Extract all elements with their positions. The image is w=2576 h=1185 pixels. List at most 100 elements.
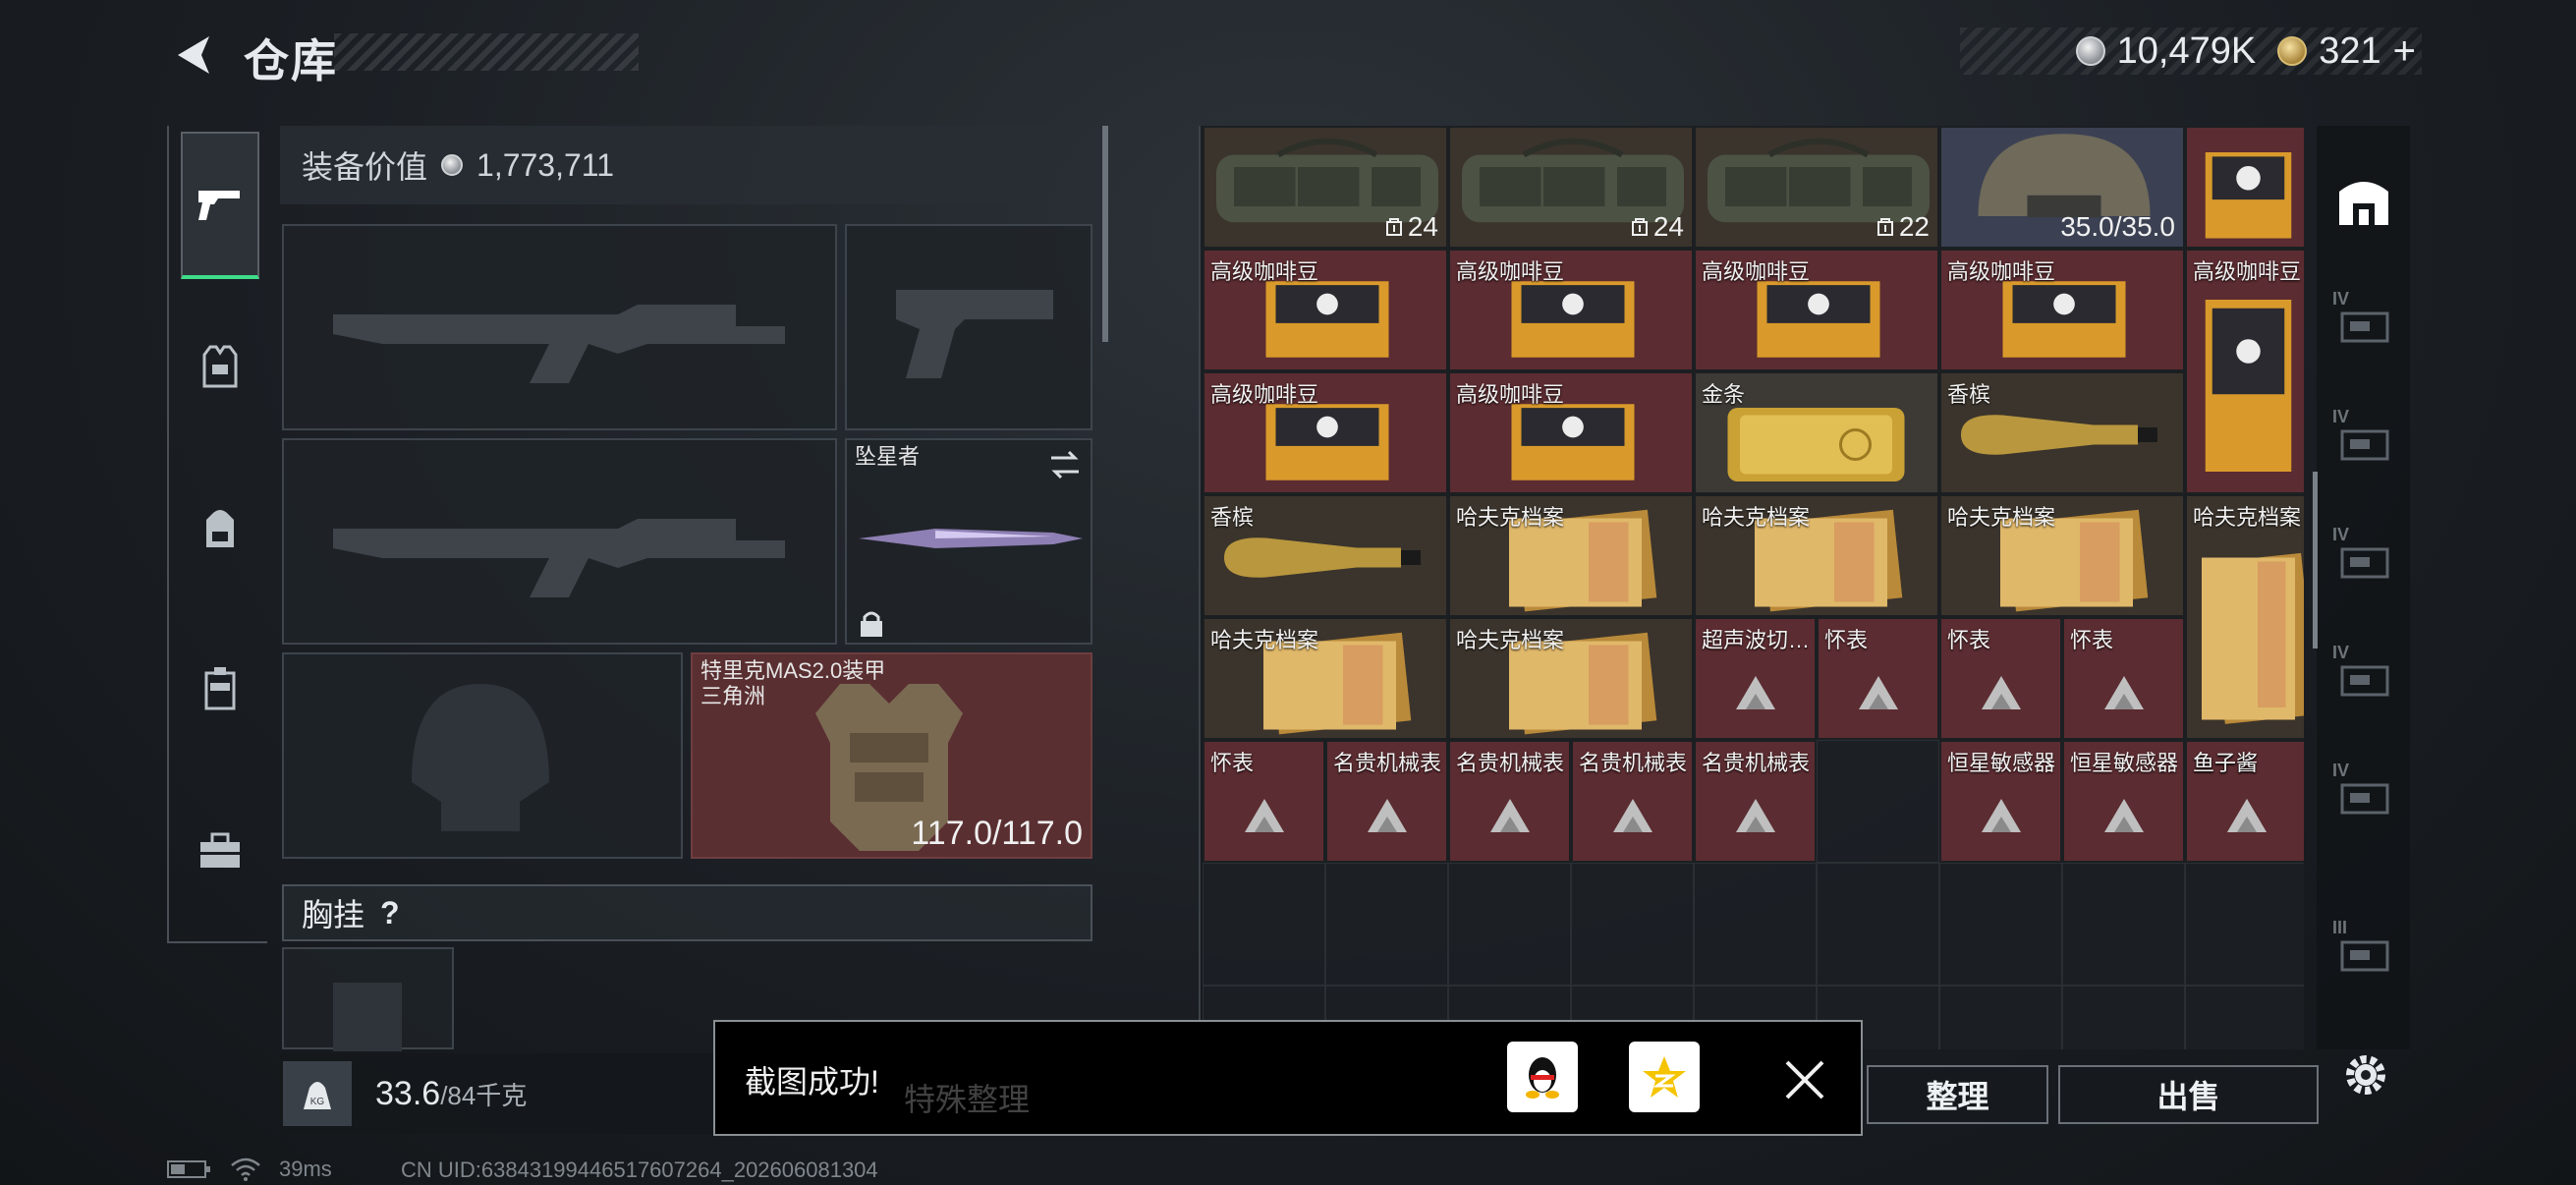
empty-grid-cell[interactable] (1939, 986, 2062, 1049)
armor-slot[interactable]: 特里克MAS2.0装甲 三角洲 117.0/117.0 (691, 652, 1092, 859)
inventory-item[interactable]: 哈夫克档案 (2185, 494, 2304, 740)
inventory-item[interactable]: 名贵机械表 (1325, 740, 1448, 863)
inventory-item[interactable]: 哈夫克档案 (1939, 494, 2185, 617)
empty-grid-cell[interactable] (1939, 863, 2062, 986)
swap-icon[interactable] (1047, 450, 1083, 480)
sell-button[interactable]: 出售 (2058, 1065, 2319, 1124)
close-icon (1785, 1060, 1824, 1100)
inventory-item[interactable] (2185, 126, 2304, 249)
item-quantity: 22 (1876, 211, 1930, 243)
inventory-item[interactable]: 24 (1203, 126, 1448, 249)
chest-rig-help[interactable]: ? (380, 895, 400, 931)
empty-grid-cell[interactable] (1817, 740, 1939, 863)
toast-background-text: 特殊整理 (904, 1082, 1031, 1117)
nav-toolbox[interactable] (181, 776, 259, 924)
inventory-item[interactable]: 高级咖啡豆 (1203, 249, 1448, 371)
primary-weapon-slot-2[interactable] (282, 438, 837, 645)
storage-tab-tab-iv-5[interactable]: IV (2326, 755, 2400, 833)
inventory-item[interactable]: 超声波切… (1694, 617, 1817, 740)
inventory-item[interactable]: 哈夫克档案 (1448, 617, 1694, 740)
inventory-item[interactable]: 恒星敏感器 (1939, 740, 2062, 863)
inventory-item[interactable]: 高级咖啡豆 (1448, 371, 1694, 494)
empty-grid-cell[interactable] (2185, 863, 2304, 986)
inventory-item[interactable]: 金条 (1694, 371, 1939, 494)
empty-grid-cell[interactable] (2185, 986, 2304, 1049)
inventory-item[interactable]: 哈夫克档案 (1203, 617, 1448, 740)
inventory-item[interactable]: 高级咖啡豆 (1939, 249, 2185, 371)
back-button[interactable] (165, 26, 224, 85)
storage-tab-tab-iv-3[interactable]: IV (2326, 519, 2400, 597)
helmet-slot[interactable] (282, 652, 683, 859)
rifle-silhouette-icon (333, 305, 785, 383)
nav-weapons[interactable] (181, 132, 259, 279)
silver-coin-icon (441, 154, 464, 176)
equipment-value-amount: 1,773,711 (476, 146, 614, 183)
inventory-item[interactable]: 哈夫克档案 (1448, 494, 1694, 617)
empty-grid-cell[interactable] (1448, 863, 1571, 986)
inventory-item[interactable]: 恒星敏感器 (2062, 740, 2185, 863)
primary-weapon-slot[interactable] (282, 224, 837, 430)
silver-amount: 10,479K (2116, 29, 2257, 72)
capacity-icon (1876, 218, 1893, 236)
inventory-item[interactable]: 35.0/35.0 (1939, 126, 2185, 249)
share-qzone-button[interactable] (1629, 1042, 1700, 1112)
chest-rig-slot[interactable] (282, 947, 454, 1051)
secondary-weapon-slot[interactable] (845, 224, 1092, 430)
inventory-item[interactable]: 怀表 (1817, 617, 1939, 740)
storage-tab-tab-iv-2[interactable]: IV (2326, 401, 2400, 480)
item-name: 名贵机械表 (1702, 751, 1811, 775)
storage-tab-home[interactable] (2326, 161, 2400, 240)
inventory-item[interactable]: 高级咖啡豆 (1203, 371, 1448, 494)
empty-grid-cell[interactable] (1694, 863, 1817, 986)
storage-tab-tab-iv-1[interactable]: IV (2326, 283, 2400, 362)
melee-slot[interactable]: 坠星者 (845, 438, 1092, 645)
equipment-scrollbar[interactable] (1102, 126, 1108, 342)
empty-grid-cell[interactable] (1817, 863, 1939, 986)
nav-armor[interactable] (181, 293, 259, 440)
item-name: 哈夫克档案 (1210, 628, 1319, 652)
empty-grid-cell[interactable] (2062, 863, 2185, 986)
unknown-item-icon (2226, 799, 2267, 833)
pistol-silhouette-icon (896, 290, 1053, 378)
storage-scrollbar[interactable] (2313, 472, 2318, 649)
share-qq-button[interactable] (1507, 1042, 1578, 1112)
empty-grid-cell[interactable] (1571, 863, 1694, 986)
settings-button[interactable] (2336, 1045, 2395, 1104)
item-name: 怀表 (1824, 628, 1869, 652)
add-gold-button[interactable]: + (2393, 29, 2416, 74)
empty-grid-cell[interactable] (1325, 863, 1448, 986)
gold-currency[interactable]: 321 + (2277, 29, 2416, 74)
nav-rig[interactable] (181, 615, 259, 762)
inventory-item[interactable]: 22 (1694, 126, 1939, 249)
inventory-item[interactable]: 鱼子酱 (2185, 740, 2304, 863)
warehouse-icon (2338, 182, 2388, 225)
inventory-item[interactable]: 高级咖啡豆 (1448, 249, 1694, 371)
inventory-item[interactable]: 高级咖啡豆 (2185, 249, 2304, 494)
nav-backpack[interactable] (181, 454, 259, 601)
empty-grid-cell[interactable] (2062, 986, 2185, 1049)
inventory-item[interactable]: 怀表 (1939, 617, 2062, 740)
inventory-item[interactable]: 名贵机械表 (1448, 740, 1571, 863)
inventory-item[interactable]: 哈夫克档案 (1694, 494, 1939, 617)
inventory-item[interactable]: 名贵机械表 (1571, 740, 1694, 863)
storage-tab-tab-iii[interactable]: III (2326, 912, 2400, 990)
inventory-item[interactable]: 名贵机械表 (1694, 740, 1817, 863)
empty-grid-cell[interactable] (1203, 863, 1325, 986)
inventory-item[interactable]: 24 (1448, 126, 1694, 249)
battery-icon (167, 1160, 210, 1178)
toast-close-button[interactable] (1774, 1049, 1835, 1110)
inventory-item[interactable]: 香槟 (1203, 494, 1448, 617)
toast-message: 截图成功! (745, 1064, 879, 1100)
storage-tab-tab-iv-4[interactable]: IV (2326, 637, 2400, 715)
inventory-item[interactable]: 高级咖啡豆 (1694, 249, 1939, 371)
inventory-item[interactable]: 怀表 (2062, 617, 2185, 740)
inventory-item[interactable]: 怀表 (1203, 740, 1325, 863)
sort-button[interactable]: 整理 (1867, 1065, 2048, 1124)
inventory-grid[interactable]: 24 24 22 35.0/35.0 高级咖啡豆 高级咖啡豆 高级咖啡豆 高级咖… (1199, 126, 2304, 1049)
inventory-item[interactable]: 香槟 (1939, 371, 2185, 494)
chest-rig-label: 胸挂 (302, 897, 365, 932)
toolbox-icon (200, 832, 240, 868)
gold-coin-icon (2277, 36, 2308, 66)
pistol-icon (198, 191, 240, 220)
storage-tab-label: IV (2332, 643, 2350, 662)
